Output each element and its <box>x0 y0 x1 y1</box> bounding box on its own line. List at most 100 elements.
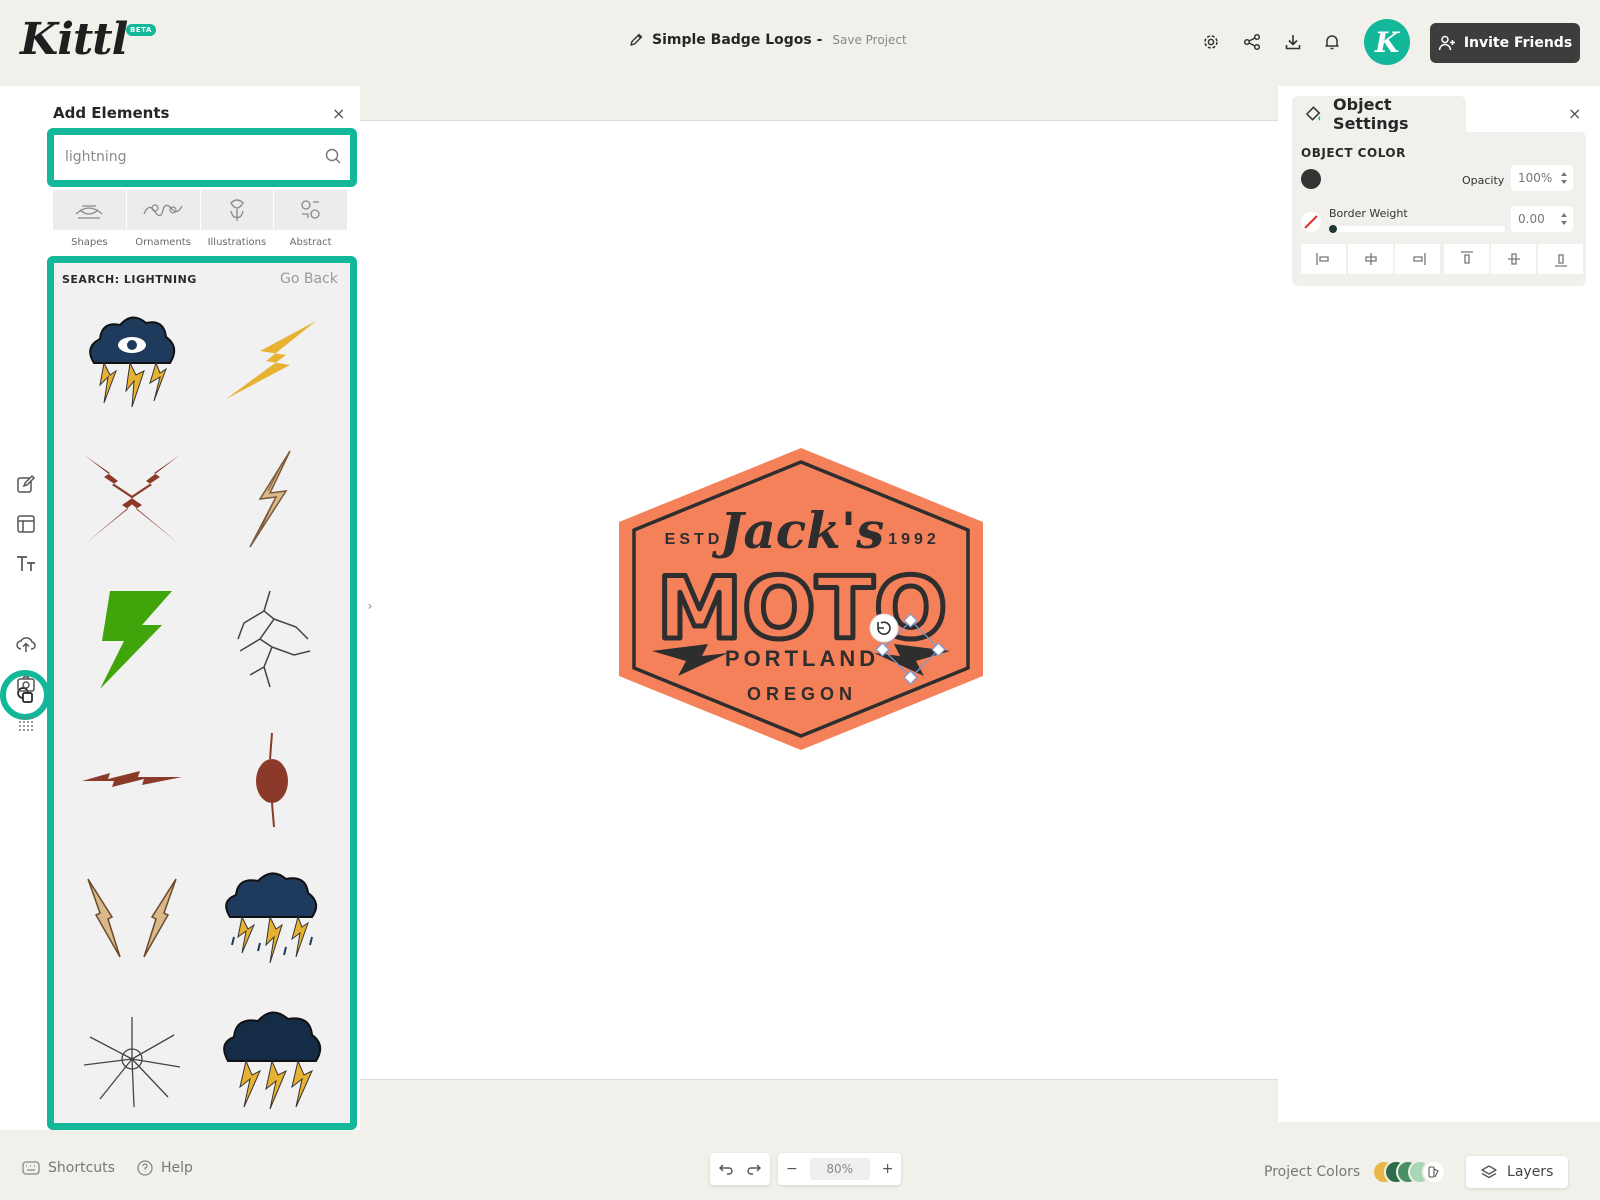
illustrations-icon <box>200 190 274 230</box>
dot-grid-icon[interactable] <box>14 712 38 736</box>
keyboard-icon <box>22 1161 40 1175</box>
edit-icon[interactable] <box>14 472 38 496</box>
project-colors-swatches[interactable] <box>1372 1159 1448 1185</box>
result-lightning-bolt-sketch[interactable] <box>212 439 332 559</box>
badge-city: PORTLAND <box>725 646 879 671</box>
zoom-controls: − 80% + <box>778 1153 902 1185</box>
invite-friends-button[interactable]: Invite Friends <box>1430 23 1580 63</box>
no-border-icon[interactable] <box>1301 212 1321 232</box>
undo-icon[interactable] <box>718 1162 734 1176</box>
help-label: Help <box>160 1160 193 1176</box>
results-heading: SEARCH: LIGHTNING <box>62 273 197 286</box>
result-lightning-bolt-yellow[interactable] <box>212 299 332 419</box>
border-weight-knob[interactable] <box>1329 225 1337 233</box>
align-left-icon[interactable] <box>1301 244 1346 274</box>
zoom-in-button[interactable]: + <box>882 1161 894 1177</box>
badge-year: 1992 <box>888 531 940 548</box>
kittl-logo[interactable]: Kittl <box>20 14 128 65</box>
download-icon[interactable] <box>1281 30 1305 54</box>
result-crossed-bolts-red[interactable] <box>72 439 192 559</box>
result-lightning-wings[interactable] <box>72 859 192 979</box>
category-label: Abstract <box>289 237 332 248</box>
invite-friends-label: Invite Friends <box>1463 35 1573 51</box>
badge-artwork: ESTD 1992 Jack's MOTO PORTLAND OREGON <box>619 448 983 750</box>
add-elements-title: Add Elements <box>53 104 170 122</box>
align-right-icon[interactable] <box>1395 244 1440 274</box>
tool-rail <box>0 86 52 1130</box>
border-weight-value: 0.00 <box>1518 212 1545 226</box>
category-label: Illustrations <box>207 237 267 248</box>
top-bar: Kittl BETA Simple Badge Logos - Save Pro… <box>0 0 1600 86</box>
category-ornaments[interactable]: Ornaments <box>126 190 200 248</box>
category-shapes[interactable]: Shapes <box>53 190 126 248</box>
opacity-field[interactable]: 100% <box>1511 165 1573 191</box>
zoom-toolbar: − 80% + <box>710 1153 902 1185</box>
redo-icon[interactable] <box>746 1162 762 1176</box>
zoom-level[interactable]: 80% <box>809 1158 870 1180</box>
category-abstract[interactable]: Abstract <box>274 190 347 248</box>
history-controls <box>710 1153 770 1185</box>
border-weight-label: Border Weight <box>1329 207 1408 220</box>
stepper-arrows-icon[interactable] <box>1561 213 1567 225</box>
badge-script-title: Jack's <box>712 501 885 560</box>
category-tabs: Shapes Ornaments Illustrations Abstract <box>53 190 347 248</box>
category-label: Ornaments <box>135 237 191 248</box>
layers-icon <box>1481 1165 1497 1179</box>
help-link[interactable]: Help <box>137 1160 193 1176</box>
save-project-link[interactable]: Save Project <box>832 33 906 47</box>
border-weight-field[interactable]: 0.00 <box>1511 206 1573 232</box>
zoom-out-button[interactable]: − <box>786 1161 798 1177</box>
alignment-buttons <box>1301 244 1583 274</box>
bottom-right-controls: Project Colors Layers <box>1264 1156 1569 1188</box>
result-lightning-bolt-horizontal[interactable] <box>72 719 192 839</box>
close-icon[interactable]: × <box>1568 104 1581 123</box>
search-results: SEARCH: LIGHTNING Go Back <box>47 256 357 1130</box>
search-icon[interactable] <box>324 147 342 165</box>
align-center-horizontal-icon[interactable] <box>1348 244 1393 274</box>
result-storm-cloud-dark[interactable] <box>212 999 332 1119</box>
templates-icon[interactable] <box>14 512 38 536</box>
shortcuts-link[interactable]: Shortcuts <box>22 1160 115 1176</box>
add-elements-panel: Add Elements × Shapes Ornaments Illustra… <box>47 86 360 1130</box>
project-name[interactable]: Simple Badge Logos - <box>652 32 822 48</box>
align-middle-vertical-icon[interactable] <box>1491 244 1536 274</box>
result-lightning-burst[interactable] <box>72 999 192 1119</box>
object-color-label: OBJECT COLOR <box>1301 146 1406 160</box>
pencil-icon[interactable] <box>628 32 644 48</box>
badge-main-title: MOTO <box>657 559 947 659</box>
camera-icon[interactable] <box>14 672 38 696</box>
text-tool-icon[interactable] <box>14 552 38 576</box>
badge-estd: ESTD <box>665 531 724 548</box>
search-input[interactable] <box>57 139 337 175</box>
share-icon[interactable] <box>1240 30 1264 54</box>
result-lightning-bolt-green[interactable] <box>72 579 192 699</box>
align-bottom-icon[interactable] <box>1538 244 1583 274</box>
border-weight-slider[interactable] <box>1329 226 1505 232</box>
object-color-swatch[interactable] <box>1301 169 1321 189</box>
search-field[interactable] <box>47 128 357 187</box>
align-top-icon[interactable] <box>1444 244 1489 274</box>
shapes-icon <box>53 190 126 230</box>
result-lightning-strike-lines[interactable] <box>212 579 332 699</box>
close-icon[interactable]: × <box>332 104 345 123</box>
object-settings-tab[interactable]: Object Settings <box>1292 95 1466 133</box>
user-avatar[interactable]: K <box>1364 19 1410 65</box>
stepper-arrows-icon[interactable] <box>1561 172 1567 184</box>
category-illustrations[interactable]: Illustrations <box>200 190 274 248</box>
palette-icon[interactable] <box>1422 1160 1447 1184</box>
panel-collapse-toggle[interactable]: › <box>360 574 380 638</box>
object-settings-title: Object Settings <box>1333 95 1409 133</box>
upload-cloud-icon[interactable] <box>14 632 38 656</box>
layers-button[interactable]: Layers <box>1466 1156 1569 1188</box>
notification-bell-icon[interactable] <box>1320 30 1344 54</box>
result-lightning-orb-red[interactable] <box>212 719 332 839</box>
ornaments-icon <box>126 190 200 230</box>
settings-gear-icon[interactable] <box>1199 30 1223 54</box>
bottom-left-links: Shortcuts Help <box>22 1160 193 1176</box>
badge-logo[interactable]: ESTD 1992 Jack's MOTO PORTLAND OREGON <box>616 446 986 752</box>
result-storm-cloud-eye[interactable] <box>72 299 192 419</box>
help-icon <box>137 1160 153 1176</box>
result-storm-cloud-rain[interactable] <box>212 859 332 979</box>
go-back-link[interactable]: Go Back <box>280 271 338 287</box>
object-settings-body: OBJECT COLOR Opacity 100% Border Weight … <box>1292 132 1586 286</box>
